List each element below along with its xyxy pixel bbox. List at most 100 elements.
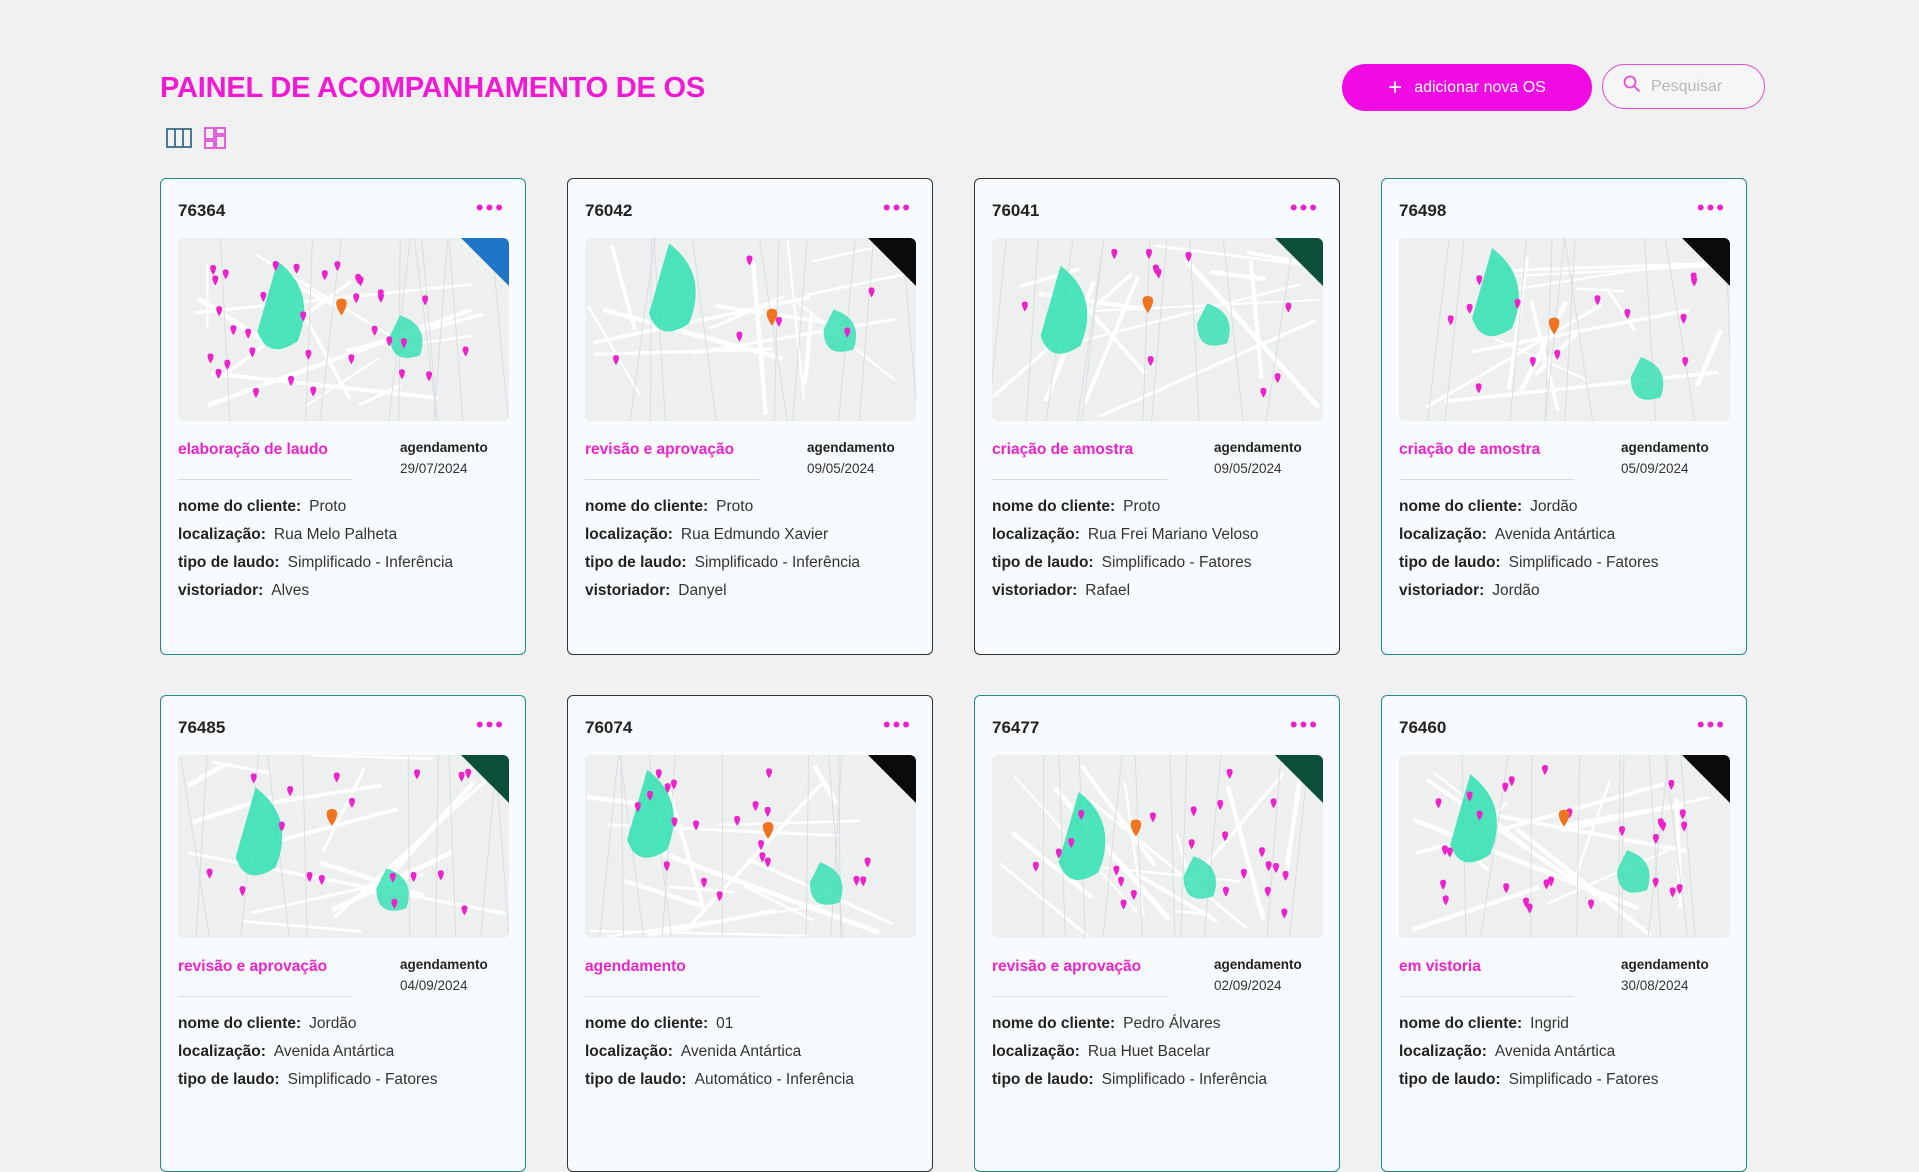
schedule-label: agendamento [1214,440,1302,455]
os-card[interactable]: 76477 ••• revisão e aprovação agendament… [974,695,1340,1172]
os-id: 76042 [585,201,632,221]
client-label: nome do cliente: [992,1015,1115,1032]
report-type-label: tipo de laudo: [585,554,687,571]
inspector-value: Jordão [1492,582,1539,599]
corner-badge [1682,755,1730,803]
map-thumbnail [1399,755,1730,938]
client-label: nome do cliente: [1399,1015,1522,1032]
schedule-label: agendamento [1621,440,1709,455]
map-thumbnail [1399,238,1730,421]
more-options-icon[interactable]: ••• [1697,714,1726,736]
os-card[interactable]: 76074 ••• agendamento nome do cliente:01… [567,695,933,1172]
search-box[interactable] [1602,64,1765,109]
view-toggles [166,127,230,149]
schedule-date: 02/09/2024 [1214,978,1282,993]
map-graphic [178,238,509,421]
schedule-date: 30/08/2024 [1621,978,1689,993]
corner-badge [461,755,509,803]
schedule-label: agendamento [1621,957,1709,972]
status-label: em vistoria [1399,958,1481,976]
os-card[interactable]: 76042 ••• revisão e aprovação agendament… [567,178,933,655]
report-type-value: Simplificado - Inferência [288,554,453,571]
inspector-row: vistoriador:Danyel [585,577,860,605]
client-value: Pedro Álvares [1123,1015,1220,1032]
inspector-row: vistoriador: Alves [178,577,453,605]
os-id: 76498 [1399,201,1446,221]
location-value: Avenida Antártica [274,1043,394,1060]
schedule-date: 09/05/2024 [1214,461,1282,476]
status-label: criação de amostra [1399,441,1540,459]
os-id: 76485 [178,718,225,738]
status-label: agendamento [585,958,686,976]
location-label: localização: [1399,526,1487,543]
more-options-icon[interactable]: ••• [1697,197,1726,219]
inspector-label: vistoriador: [178,582,263,599]
map-thumbnail [178,755,509,938]
os-id: 76477 [992,718,1039,738]
more-options-icon[interactable]: ••• [883,197,912,219]
divider [1399,479,1574,480]
divider [585,479,760,480]
map-thumbnail [178,238,509,421]
location-label: localização: [992,526,1080,543]
columns-view-icon[interactable] [166,127,192,149]
report-type-value: Simplificado - Fatores [1509,554,1659,571]
status-label: revisão e aprovação [585,441,734,459]
location-label: localização: [178,1043,266,1060]
client-value: Proto [716,498,753,515]
os-card[interactable]: 76485 ••• revisão e aprovação agendament… [160,695,526,1172]
divider [992,996,1167,997]
status-label: revisão e aprovação [992,958,1141,976]
add-os-button[interactable]: + adicionar nova OS [1342,64,1592,111]
map-thumbnail [992,238,1323,421]
map-graphic [178,755,509,938]
corner-badge [1275,755,1323,803]
os-card-grid: 76364 ••• elaboração de laudo agendament… [160,178,1747,1172]
client-label: nome do cliente: [1399,498,1522,515]
map-thumbnail [585,238,916,421]
corner-badge [1275,238,1323,286]
status-label: elaboração de laudo [178,441,328,459]
os-card[interactable]: 76041 ••• criação de amostra agendamento… [974,178,1340,655]
client-label: nome do cliente: [585,498,708,515]
more-options-icon[interactable]: ••• [476,197,505,219]
map-thumbnail [992,755,1323,938]
add-os-label: adicionar nova OS [1414,79,1546,97]
more-options-icon[interactable]: ••• [476,714,505,736]
os-id: 76074 [585,718,632,738]
map-graphic [585,755,916,938]
os-card[interactable]: 76364 ••• elaboração de laudo agendament… [160,178,526,655]
schedule-date: 09/05/2024 [807,461,875,476]
map-graphic [992,238,1323,421]
inspector-label: vistoriador: [992,582,1077,599]
schedule-label: agendamento [400,440,488,455]
client-label: nome do cliente: [178,498,301,515]
os-id: 76460 [1399,718,1446,738]
location-value: Rua Edmundo Xavier [681,526,828,543]
location-label: localização: [178,526,266,543]
location-value: Avenida Antártica [1495,1043,1615,1060]
search-input[interactable] [1649,77,1763,97]
map-thumbnail [585,755,916,938]
more-options-icon[interactable]: ••• [1290,714,1319,736]
location-value: Avenida Antártica [1495,526,1615,543]
location-label: localização: [585,526,673,543]
inspector-row: vistoriador:Rafael [992,577,1258,605]
more-options-icon[interactable]: ••• [883,714,912,736]
schedule-label: agendamento [807,440,895,455]
inspector-row: vistoriador:Jordão [1399,577,1659,605]
map-graphic [585,238,916,421]
client-label: nome do cliente: [178,1015,301,1032]
inspector-value: Alves [271,582,309,599]
corner-badge [868,755,916,803]
os-card[interactable]: 76460 ••• em vistoria agendamento 30/08/… [1381,695,1747,1172]
location-value: Rua Huet Bacelar [1088,1043,1210,1060]
location-label: localização: [585,1043,673,1060]
schedule-label: agendamento [1214,957,1302,972]
inspector-label: vistoriador: [585,582,670,599]
grid-view-icon[interactable] [204,127,230,149]
divider [178,996,353,997]
client-label: nome do cliente: [992,498,1115,515]
os-card[interactable]: 76498 ••• criação de amostra agendamento… [1381,178,1747,655]
more-options-icon[interactable]: ••• [1290,197,1319,219]
